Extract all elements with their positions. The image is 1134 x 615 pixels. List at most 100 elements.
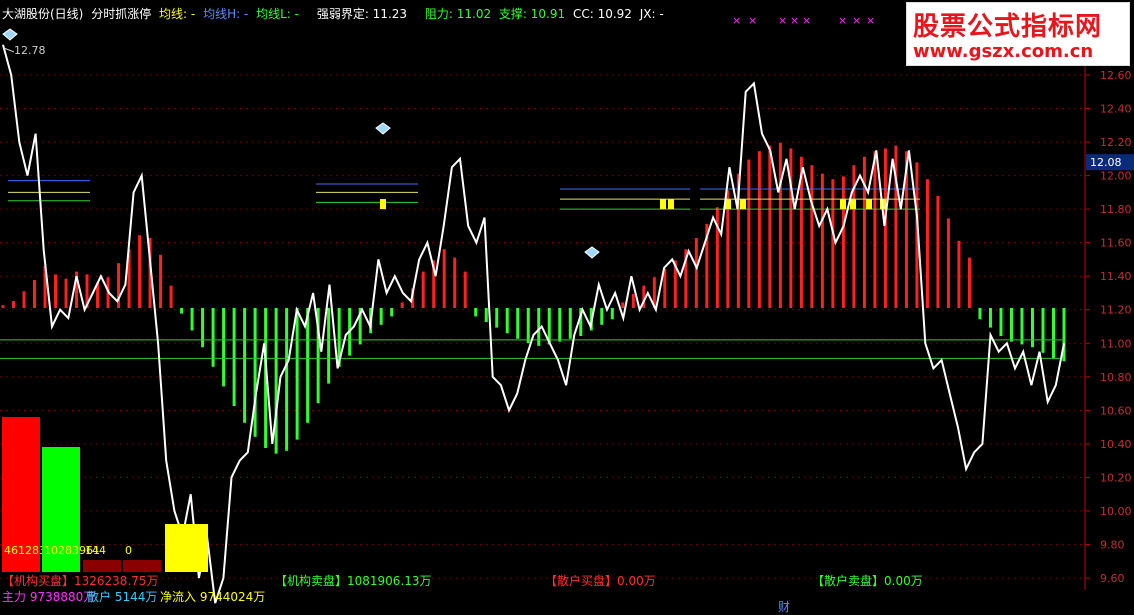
cross-marker-icon: × xyxy=(838,14,847,27)
y-tick-label: 10.60 xyxy=(1100,404,1132,417)
histogram-bar-red xyxy=(946,218,950,308)
histogram-bar-green xyxy=(379,308,383,325)
y-tick-label: 12.40 xyxy=(1100,103,1132,116)
histogram-bar-red xyxy=(54,274,58,308)
histogram-bar-red xyxy=(400,302,404,308)
resistance-label: 阻力: 11.02 xyxy=(424,7,492,21)
histogram-bar-green xyxy=(610,308,614,320)
cross-marker-icon: × xyxy=(852,14,861,27)
stock-name[interactable]: 大湖股份(日线) xyxy=(2,7,83,21)
histogram-bar-red xyxy=(421,271,425,308)
retail-flow-label: 散户 5144万 xyxy=(87,590,158,604)
histogram-bar-green xyxy=(274,308,278,454)
flow-bar-label: 0 xyxy=(125,544,132,557)
signal-block xyxy=(668,199,674,210)
inst-buy-label: 【机构买盘】1326238.75万 xyxy=(2,574,159,588)
histogram-bar-red xyxy=(925,179,929,308)
flow-bar-label: 4 xyxy=(167,544,174,557)
histogram-bar-green xyxy=(1041,308,1045,353)
histogram-bar-green xyxy=(201,308,205,348)
y-tick-label: 11.40 xyxy=(1100,270,1132,283)
signal-block xyxy=(850,199,856,210)
histogram-bar-red xyxy=(463,271,467,308)
histogram-bar-red xyxy=(957,240,961,308)
ma-label: 均线: - xyxy=(159,7,196,21)
histogram-bar-red xyxy=(33,280,37,308)
histogram-bar-red xyxy=(873,151,877,308)
watermark: 股票公式指标网 www.gszx.com.cn xyxy=(906,2,1130,66)
histogram-bar-green xyxy=(285,308,289,451)
histogram-bar-red xyxy=(1,305,5,308)
histogram-bar-green xyxy=(243,308,247,423)
histogram-bar-red xyxy=(768,145,772,308)
histogram-bar-red xyxy=(12,301,16,308)
histogram-bar-green xyxy=(1020,308,1024,345)
histogram-bar-green xyxy=(526,308,530,343)
decorations: × × × × × × × × xyxy=(2,14,875,259)
histogram-bar-red xyxy=(862,156,866,308)
histogram-bar-red xyxy=(841,176,845,308)
histogram-bar-red xyxy=(789,148,793,308)
cai-label[interactable]: 财 xyxy=(778,598,790,615)
histogram-bar-red xyxy=(453,257,457,308)
histogram-bar-red xyxy=(757,151,761,308)
histogram-bar-red xyxy=(810,165,814,308)
histogram-bar-red xyxy=(694,238,698,308)
histogram-bar-red xyxy=(442,249,446,308)
histogram-bar-green xyxy=(988,308,992,328)
flow-bar xyxy=(83,560,121,572)
histogram-bar-green xyxy=(516,308,520,339)
price-line: 12.78 xyxy=(2,44,1065,604)
histogram-bar-red xyxy=(138,235,142,308)
flow-boxes: 46128384310283961144 0 4 xyxy=(2,417,208,572)
strength-label: 强弱界定: 11.23 xyxy=(316,7,408,21)
main-flow-label: 主力 9738880万 xyxy=(2,590,96,604)
y-axis-ticks: 12.60 12.40 12.20 12.00 11.80 11.60 11.40 11.20… xyxy=(1085,69,1134,585)
cross-marker-icon: × xyxy=(866,14,875,27)
histogram-bar-green xyxy=(978,308,982,320)
histogram-bar-green xyxy=(190,308,194,331)
histogram-bar-red xyxy=(159,254,163,308)
histogram-bar-green xyxy=(484,308,488,322)
y-tick-label: 11.60 xyxy=(1100,237,1132,250)
histogram-bar-red xyxy=(631,294,635,308)
cross-marker-icon: × xyxy=(778,14,787,27)
histogram-bar-green xyxy=(306,308,310,423)
y-tick-label: 12.20 xyxy=(1100,136,1132,149)
histogram-bar-green xyxy=(999,308,1003,336)
y-tick-label: 11.20 xyxy=(1100,304,1132,317)
histogram-bar-red xyxy=(169,285,173,308)
histogram-bar-red xyxy=(883,148,887,308)
y-tick-label: 10.20 xyxy=(1100,471,1132,484)
jx-label: JX: - xyxy=(639,7,664,21)
max-price-label: 12.78 xyxy=(14,44,46,57)
indicator-name: 分时抓涨停 xyxy=(91,7,152,21)
flow-bar-label: 144 xyxy=(85,544,106,557)
signal-block xyxy=(380,199,386,210)
histogram-bar-green xyxy=(1051,308,1055,359)
histogram-bar-green xyxy=(600,308,604,325)
price-line-path xyxy=(2,44,1065,604)
signal-block xyxy=(840,199,846,210)
histogram-bar-green xyxy=(474,308,478,317)
chart-header: 大湖股份(日线) 分时抓涨停 均线: - 均线H: - 均线L: - 强弱界定:… xyxy=(2,5,668,22)
diamond-icon xyxy=(375,122,391,135)
histogram-bar-green xyxy=(253,308,257,437)
histogram-bar-green xyxy=(1009,308,1013,342)
cc-label: CC: 10.92 xyxy=(572,7,632,21)
current-price-label: 12.08 xyxy=(1090,156,1122,169)
mal-label: 均线L: - xyxy=(256,7,299,21)
histogram-bar-green xyxy=(295,308,299,440)
signal-block xyxy=(866,199,872,210)
y-tick-label: 10.80 xyxy=(1100,371,1132,384)
support-label: 支撑: 10.91 xyxy=(498,7,566,21)
inst-sell-label: 【机构卖盘】1081906.13万 xyxy=(275,574,432,588)
cross-marker-icon: × xyxy=(732,14,741,27)
price-chart[interactable]: 12.78 12.60 12.40 12.20 12.00 11.80 11.60 11.4… xyxy=(0,0,1134,612)
watermark-url: www.gszx.com.cn xyxy=(913,41,1094,62)
y-tick-label: 9.80 xyxy=(1100,538,1125,551)
cross-marker-icon: × xyxy=(802,14,811,27)
histogram-bar-red xyxy=(64,278,68,308)
net-flow-label: 净流入 9744024万 xyxy=(160,590,266,604)
histogram-bar-green xyxy=(495,308,499,328)
